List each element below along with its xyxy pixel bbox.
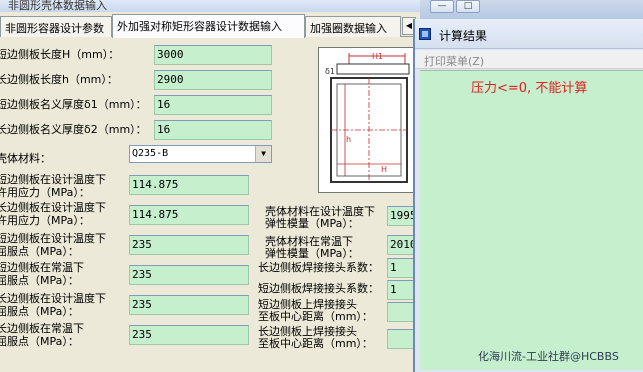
short-side-length-input[interactable]: 3000 xyxy=(154,45,272,65)
field-label: 长边侧板在常温下 xyxy=(0,322,84,335)
field-label: 至板中心距离（mm）： xyxy=(258,310,373,323)
tab-rect-vessel-input[interactable]: 外加强对称矩形容器设计数据输入 xyxy=(112,14,305,38)
tab-design-params[interactable]: 非圆形容器设计参数 xyxy=(0,16,112,37)
long-yield-design-input[interactable]: 235 xyxy=(129,295,249,315)
vessel-diagram-svg: H1 δ1 h H xyxy=(321,50,413,190)
material-select[interactable]: Q235-B ▼ xyxy=(129,145,272,163)
field-label: 弹性模量（MPa）： xyxy=(265,217,359,230)
long-allowable-stress-input[interactable]: 114.875 xyxy=(129,205,249,225)
field-label: 屈服点（MPa）： xyxy=(0,245,79,258)
field-label: 短边侧板在设计温度下 xyxy=(0,173,106,186)
long-yield-ambient-input[interactable]: 235 xyxy=(129,325,249,345)
result-title: 计算结果 xyxy=(439,29,488,43)
tab-label: 加强圈数据输入 xyxy=(310,22,387,35)
field-label: 长边侧板焊接接头系数： xyxy=(258,261,379,274)
vessel-diagram: H1 δ1 h H xyxy=(318,47,416,193)
result-menubar: 打印菜单(Z) xyxy=(415,50,643,69)
field-label: 许用应力（MPa）： xyxy=(0,186,90,199)
field-label: 长边侧板名义厚度δ2（mm）： xyxy=(0,123,147,136)
result-window: 计算结果 打印菜单(Z) 压力<=0, 不能计算 化海川流-工业社群@HCBBS xyxy=(413,19,643,372)
tab-label: 非圆形容器设计参数 xyxy=(5,22,104,35)
field-label: 长边侧板长度h（mm）： xyxy=(0,73,118,86)
field-label: 短边侧板焊接接头系数： xyxy=(258,282,379,295)
tab-panel: 短边侧板长度H（mm）： 3000 长边侧板长度h（mm）： 2900 短边侧板… xyxy=(0,37,420,372)
app-icon xyxy=(419,28,431,40)
dim-d1-label: δ1 xyxy=(325,67,335,76)
field-label: 短边侧板长度H（mm）： xyxy=(0,48,120,61)
field-label: 屈服点（MPa）： xyxy=(0,335,79,348)
short-yield-design-input[interactable]: 235 xyxy=(129,235,249,255)
field-label: 短边侧板在常温下 xyxy=(0,261,84,274)
field-label: 许用应力（MPa）： xyxy=(0,214,90,227)
dim-h1-label: H1 xyxy=(372,52,383,61)
field-label: 短边侧板在设计温度下 xyxy=(0,232,106,245)
dim-H-label: H xyxy=(381,165,387,174)
short-side-thickness-input[interactable]: 16 xyxy=(154,95,272,115)
long-side-thickness-input[interactable]: 16 xyxy=(154,120,272,140)
watermark: 化海川流-工业社群@HCBBS xyxy=(478,350,619,363)
main-window: 非圆形壳体数据输入 非圆形容器设计参数 外加强对称矩形容器设计数据输入 加强圈数… xyxy=(0,0,420,372)
result-message: 压力<=0, 不能计算 xyxy=(471,81,588,96)
field-label: 长边侧板在设计温度下 xyxy=(0,201,106,214)
material-label: 壳体材料： xyxy=(0,152,51,165)
dim-h-label: h xyxy=(346,135,351,144)
short-allowable-stress-input[interactable]: 114.875 xyxy=(129,175,249,195)
field-label: 长边侧板在设计温度下 xyxy=(0,292,106,305)
field-label: 短边侧板名义厚度δ1（mm）： xyxy=(0,98,147,111)
field-label: 屈服点（MPa）： xyxy=(0,274,79,287)
field-label: 至板中心距离（mm）： xyxy=(258,337,373,350)
maximize-icon[interactable]: □ xyxy=(456,0,480,13)
print-menu[interactable]: 打印菜单(Z) xyxy=(424,53,484,69)
material-value: Q235-B xyxy=(132,148,169,159)
result-body: 压力<=0, 不能计算 化海川流-工业社群@HCBBS xyxy=(420,70,643,370)
tab-bar: 非圆形容器设计参数 外加强对称矩形容器设计数据输入 加强圈数据输入 ◀ xyxy=(0,14,420,38)
long-side-length-input[interactable]: 2900 xyxy=(154,70,272,90)
field-label: 屈服点（MPa）： xyxy=(0,305,79,318)
short-yield-ambient-input[interactable]: 235 xyxy=(129,265,249,285)
minimize-icon[interactable]: — xyxy=(430,0,454,13)
tab-ring-input[interactable]: 加强圈数据输入 xyxy=(305,16,401,37)
main-titlebar: 非圆形壳体数据输入 xyxy=(0,0,420,12)
window-controls: — □ xyxy=(420,0,643,19)
field-label: 弹性模量（MPa）： xyxy=(265,247,359,260)
main-title: 非圆形壳体数据输入 xyxy=(8,0,107,12)
result-titlebar: 计算结果 xyxy=(415,19,643,49)
chevron-down-icon[interactable]: ▼ xyxy=(255,146,271,162)
tab-label: 外加强对称矩形容器设计数据输入 xyxy=(117,20,282,33)
